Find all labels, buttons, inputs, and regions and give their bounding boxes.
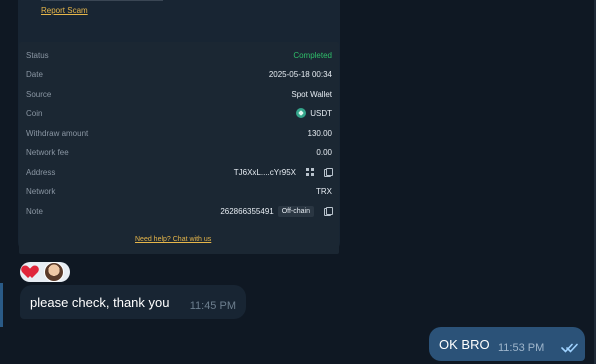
help-chat-link[interactable]: Need help? Chat with us [135,236,211,243]
row-note: Note 262866355491 Off-chain [26,203,333,219]
message-time: 11:45 PM [189,300,236,312]
message-text: please check, thank you [30,295,170,310]
source-value: Spot Wallet [291,89,332,99]
row-label: Withdraw amount [26,128,89,138]
selection-indicator [0,283,3,327]
row-withdraw-amount: Withdraw amount 130.00 [26,125,332,141]
address-value: TJ6XxL....cYr95X [233,167,333,177]
row-network: Network TRX [26,183,332,199]
coin-value: USDT [296,108,332,118]
row-label: Network [26,186,56,196]
heart-icon[interactable] [24,264,40,280]
status-value: Completed [293,50,332,60]
incoming-message[interactable]: please check, thank you 11:45 PM [20,285,246,319]
usdt-icon [296,108,307,118]
row-source: Source Spot Wallet [26,86,332,102]
row-network-fee: Network fee 0.00 [26,144,332,160]
message-text: OK BRO [439,337,490,352]
outgoing-message[interactable]: OK BRO 11:53 PM [429,327,585,361]
row-label: Source [26,89,52,99]
date-value: 2025-05-18 00:34 [268,69,332,79]
row-label: Coin [26,108,43,118]
row-label: Note [26,206,43,216]
message-time: 11:53 PM [498,342,545,354]
row-coin: Coin USDT [26,105,332,121]
row-label: Date [26,69,43,79]
row-address: Address TJ6XxL....cYr95X [26,164,333,180]
qr-icon[interactable] [306,168,314,176]
note-value: 262866355491 Off-chain [220,205,333,217]
divider [41,0,163,1]
row-status: Status Completed [26,47,332,63]
row-label: Address [26,167,56,177]
withdraw-amount-value: 130.00 [307,128,332,138]
copy-icon[interactable] [324,207,333,216]
coin-symbol: USDT [310,108,332,118]
note-text: 262866355491 [220,206,274,216]
network-fee-value: 0.00 [316,147,332,157]
address-text: TJ6XxL....cYr95X [233,167,296,177]
network-value: TRX [316,186,332,196]
double-check-icon [561,343,578,353]
message-reactions[interactable] [20,262,70,282]
row-label: Status [26,50,49,60]
off-chain-badge: Off-chain [277,205,314,217]
report-scam-link[interactable]: Report Scam [41,6,88,15]
avatar[interactable] [44,262,64,282]
row-date: Date 2025-05-18 00:34 [26,66,332,82]
row-label: Network fee [26,147,69,157]
copy-icon[interactable] [324,168,333,177]
